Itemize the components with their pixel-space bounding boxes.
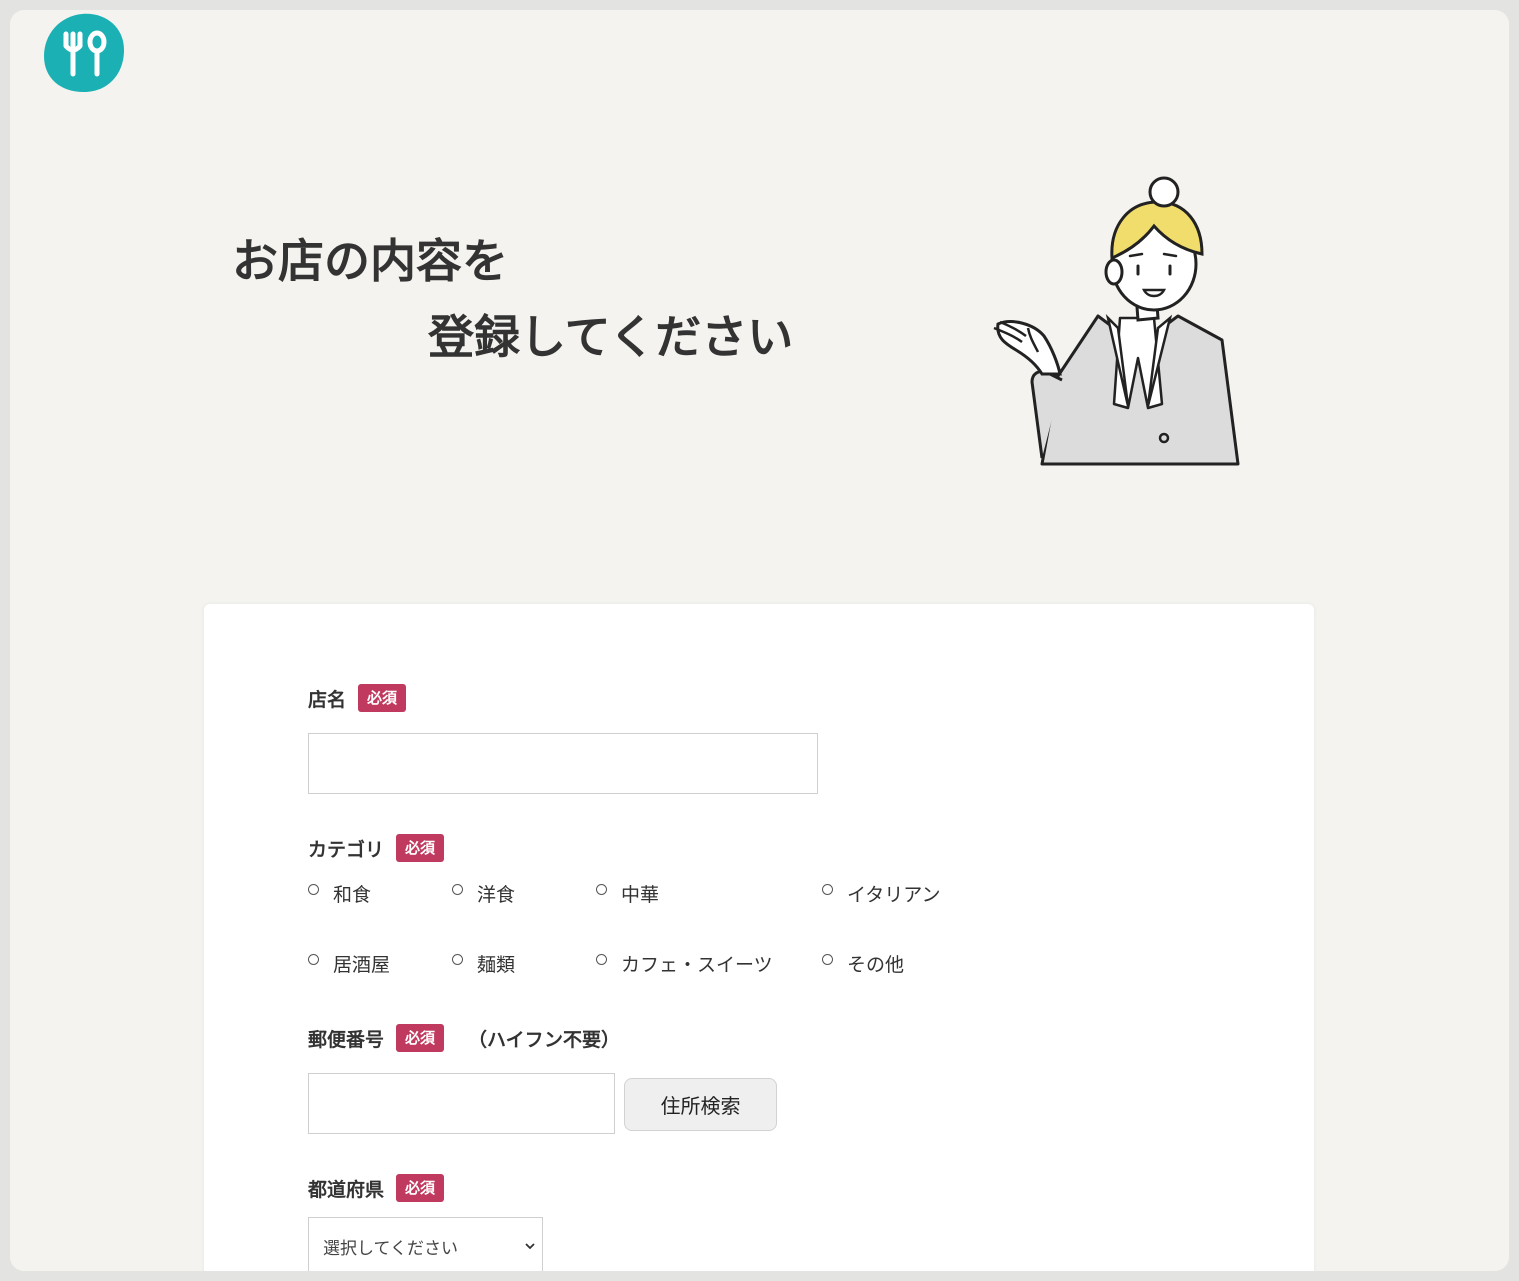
- registration-form: 店名 必須 カテゴリ 必須 和食 洋食 中華 イタリアン 居酒屋 麺類 カフェ・…: [204, 604, 1314, 1271]
- prefecture-label: 都道府県 必須: [308, 1174, 445, 1202]
- page: お店の内容を 登録してください 店名 必須 カテゴリ 必須 和食 洋食 中華 イ…: [10, 10, 1509, 1271]
- required-badge: 必須: [396, 1174, 445, 1202]
- staff-woman-illustration: [993, 176, 1240, 466]
- required-badge: 必須: [396, 834, 445, 862]
- category-radio-cafe-sweets[interactable]: カフェ・スイーツ: [596, 950, 773, 977]
- chevron-down-icon: [525, 1243, 535, 1250]
- category-radio-yoshoku[interactable]: 洋食: [452, 880, 515, 907]
- radio-circle-icon[interactable]: [308, 884, 319, 895]
- hyphen-note: （ハイフン不要）: [468, 1028, 621, 1051]
- page-title-line2: 登録してください: [428, 310, 794, 364]
- page-title-line1: お店の内容を: [232, 234, 508, 288]
- fork-spoon-icon[interactable]: [42, 12, 126, 94]
- shop-name-label: 店名 必須: [308, 684, 407, 712]
- radio-circle-icon[interactable]: [822, 884, 833, 895]
- radio-circle-icon[interactable]: [596, 954, 607, 965]
- radio-circle-icon[interactable]: [452, 954, 463, 965]
- radio-circle-icon[interactable]: [308, 954, 319, 965]
- category-radio-chuka[interactable]: 中華: [596, 880, 659, 907]
- shop-name-input[interactable]: [308, 733, 818, 794]
- postal-code-label: 郵便番号 必須 （ハイフン不要）: [308, 1024, 620, 1052]
- category-radio-italian[interactable]: イタリアン: [822, 880, 940, 907]
- prefecture-select[interactable]: 選択してください: [308, 1217, 543, 1271]
- address-search-button[interactable]: 住所検索: [624, 1078, 777, 1131]
- required-badge: 必須: [396, 1024, 445, 1052]
- required-badge: 必須: [358, 684, 407, 712]
- postal-code-input[interactable]: [308, 1073, 615, 1134]
- category-label: カテゴリ 必須: [308, 834, 445, 862]
- category-radio-izakaya[interactable]: 居酒屋: [308, 950, 390, 977]
- category-radio-washoku[interactable]: 和食: [308, 880, 371, 907]
- category-radio-other[interactable]: その他: [822, 950, 904, 977]
- radio-circle-icon[interactable]: [596, 884, 607, 895]
- radio-circle-icon[interactable]: [452, 884, 463, 895]
- category-radio-menrui[interactable]: 麺類: [452, 950, 515, 977]
- radio-circle-icon[interactable]: [822, 954, 833, 965]
